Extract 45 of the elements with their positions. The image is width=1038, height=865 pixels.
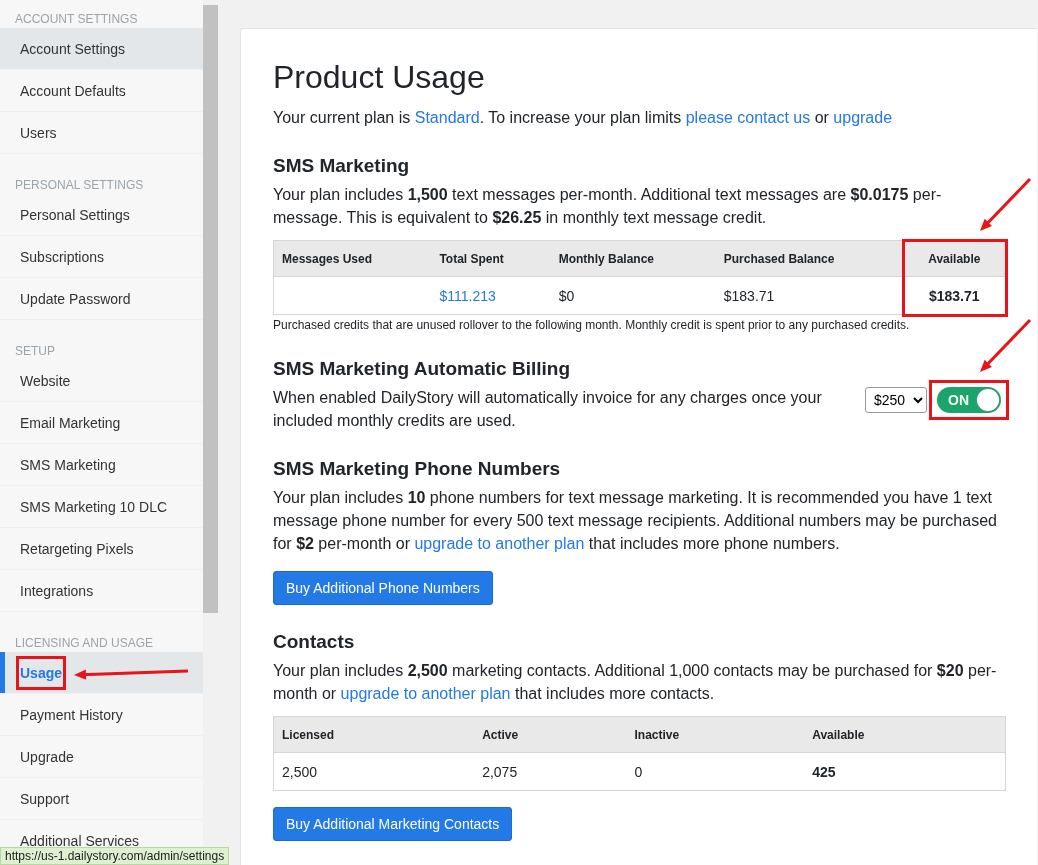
page-title: Product Usage bbox=[273, 59, 486, 96]
table-cell: $183.71 bbox=[715, 276, 904, 315]
table-cell: 0 bbox=[626, 752, 805, 791]
amount-link[interactable]: $111.213 bbox=[439, 287, 496, 304]
link[interactable]: upgrade to another plan bbox=[340, 685, 511, 702]
table-cell: $0 bbox=[550, 276, 716, 315]
scrollbar-thumb[interactable] bbox=[203, 5, 218, 613]
table-cell: $183.71 bbox=[903, 276, 1006, 315]
link[interactable]: Standard bbox=[414, 109, 480, 126]
buy-numbers-button[interactable]: Buy Additional Phone Numbers bbox=[273, 571, 493, 605]
column-header: Purchased Balance bbox=[715, 240, 904, 277]
link[interactable]: please contact us bbox=[685, 109, 811, 126]
section-heading: SETUP bbox=[14, 343, 56, 360]
amount-select[interactable]: $250 bbox=[865, 387, 927, 413]
section-heading: SMS Marketing bbox=[273, 155, 411, 177]
column-header: Licensed bbox=[273, 716, 475, 753]
table-cell: 2,500 bbox=[273, 752, 475, 791]
section-text: Your plan includes 10 phone numbers for text message marketing. It is recommended you have 1 text message phone number for every 500 text message recipients. Additional numbers may be purchased for $2 per-month or upgrade to another plan that includes more phone numbers. bbox=[273, 488, 998, 554]
column-header: Inactive bbox=[626, 716, 805, 753]
section-heading: ACCOUNT SETTINGS bbox=[14, 11, 139, 28]
annotation-arrow bbox=[980, 177, 1032, 231]
buy-contacts-button[interactable]: Buy Additional Marketing Contacts bbox=[273, 807, 513, 841]
section-text: Your plan includes 1,500 text messages per-month. Additional text messages are $0.0175 per-message. This is equivalent to $26.25 in monthly text message credit. bbox=[273, 185, 943, 228]
section-heading: Contacts bbox=[273, 631, 356, 653]
url-tooltip: https://us-1.dailystory.com/admin/settings bbox=[0, 847, 230, 865]
column-header: Monthly Balance bbox=[550, 240, 716, 277]
section-heading: PERSONAL SETTINGS bbox=[14, 177, 145, 194]
section-heading: SMS Marketing Automatic Billing bbox=[273, 358, 571, 380]
annotation-arrow bbox=[980, 318, 1032, 372]
section-heading: LICENSING AND USAGE bbox=[14, 635, 155, 652]
sidebar-item[interactable]: Account Settings bbox=[0, 28, 203, 70]
table-cell: 2,075 bbox=[474, 752, 627, 791]
section-heading: SMS Marketing Phone Numbers bbox=[273, 458, 562, 480]
column-header: Available bbox=[903, 240, 1006, 277]
link[interactable]: upgrade bbox=[833, 109, 893, 126]
column-header: Active bbox=[474, 716, 627, 753]
link[interactable]: upgrade to another plan bbox=[414, 535, 585, 552]
footnote-text: Purchased credits that are unused rollover to the following month. Monthly credit is spent prior to any purchased credits. bbox=[273, 318, 911, 332]
column-header: Messages Used bbox=[273, 240, 432, 277]
section-text: Your plan includes 2,500 marketing contacts. Additional 1,000 contacts may be purchased for $20 per-month or upgrade to another plan that includes more contacts. bbox=[273, 661, 998, 704]
plan-text: Your current plan is Standard. To increase your plan limits please contact us or upgrade bbox=[273, 108, 894, 128]
section-text: When enabled DailyStory will automatically invoice for any charges once your included monthly credits are used. bbox=[273, 388, 823, 431]
column-header: Total Spent bbox=[431, 240, 551, 277]
column-header: Available bbox=[804, 716, 1006, 753]
table-cell: 425 bbox=[804, 752, 1006, 791]
